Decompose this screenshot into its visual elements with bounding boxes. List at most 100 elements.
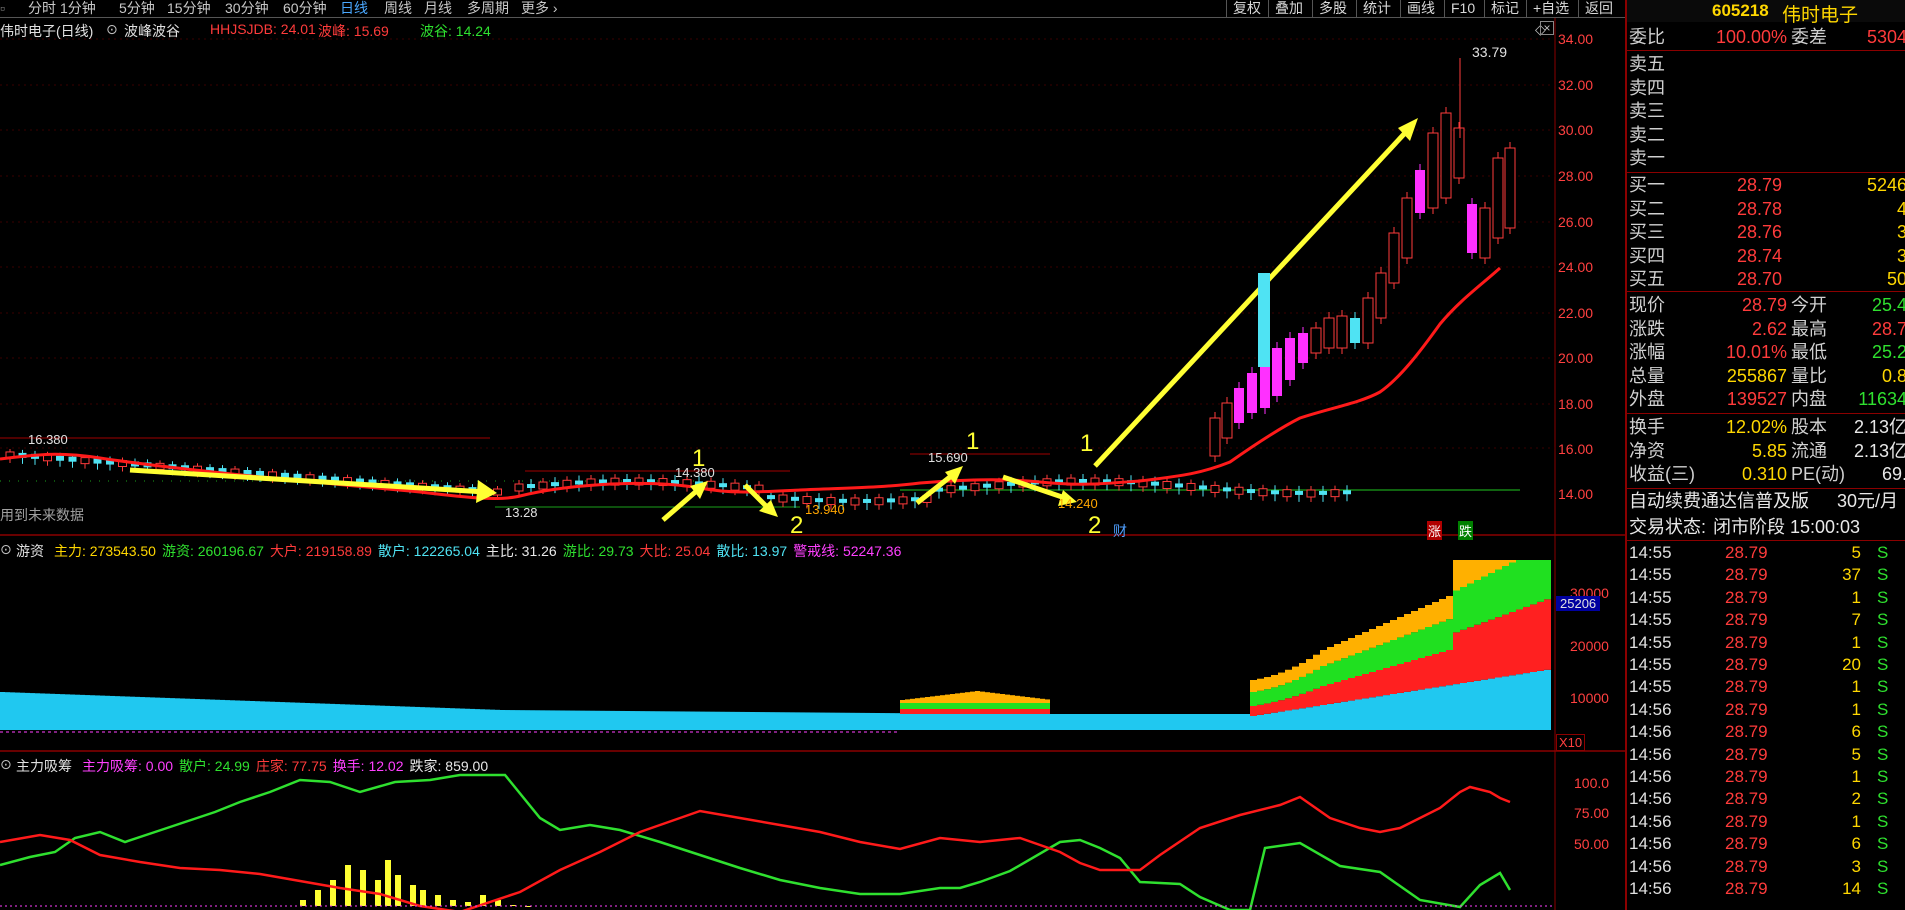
tick-volume: 1 [1851,811,1861,831]
tab-period-more[interactable]: 更多 › [521,0,558,17]
tab-period-monthly[interactable]: 月线 [424,0,452,17]
capital-bar [10,692,15,730]
ask-row[interactable]: 卖一 [1627,147,1905,169]
capital-bar [1257,714,1264,730]
capital-bar [5,692,10,730]
indicator-settings-icon[interactable]: ⊙ [106,21,118,38]
ad-row[interactable]: 自动续费通达信普及版 30元/月 [1627,490,1905,512]
capital-bar [1005,709,1010,714]
tab-period-15min[interactable]: 15分钟 [167,0,211,17]
limit-down-tag[interactable]: 跌 [1458,521,1474,540]
capital-bar [1250,680,1257,692]
capital-bar [1278,711,1285,730]
ask-row[interactable]: 卖四 [1627,77,1905,99]
stat-value: 28.7 [1871,318,1905,339]
bid-row[interactable]: 买五 28.70 50 [1627,268,1905,290]
capital-bar [1369,629,1376,648]
fuquan-button[interactable]: 复权 [1226,0,1267,17]
capital-bar [1502,566,1509,615]
bid-volume: 50 [1886,269,1905,290]
candle [778,494,788,503]
capital-panel-settings-icon[interactable]: ⊙ [0,541,12,558]
capital-bar [240,700,245,730]
capital-bar [255,701,260,730]
tab-period-multi[interactable]: 多周期 [467,0,509,17]
capital-bar [155,697,160,730]
capital-bar [990,714,995,730]
capital-bar [565,710,570,730]
f10-button[interactable]: F10 [1444,0,1481,17]
add-watchlist-button[interactable]: +自选 [1526,0,1575,17]
capital-bar [1105,714,1110,730]
ask-row[interactable]: 卖二 [1627,124,1905,146]
capital-bar [1050,714,1055,730]
stock-name[interactable]: 伟时电子 [1782,0,1858,27]
capital-bar [1348,700,1355,730]
ask-row[interactable]: 卖五 [1627,53,1905,75]
candle [791,496,799,501]
capital-bar [1390,666,1397,694]
capital-bar [1100,714,1105,730]
capital-bar [980,714,985,730]
back-button[interactable]: 返回 [1578,0,1619,17]
capital-bar [1376,696,1383,730]
future-data-note: 用到未来数据 [0,507,84,523]
tab-period-daily[interactable]: 日线 [340,0,368,17]
capital-bar [1250,716,1257,730]
stat-row: 净资 5.85 流通 2.13亿 [1627,440,1905,462]
bid-row[interactable]: 买二 28.78 4 [1627,198,1905,220]
capital-bar [1474,680,1481,730]
candle [1467,204,1477,253]
capital-bar [870,712,875,730]
tab-period-timeshare[interactable]: 分时 [28,0,56,17]
y-tick: 14.00 [1558,486,1594,502]
tick-side: S [1877,722,1889,742]
capital-bar [1383,668,1390,696]
close-icon[interactable]: × [1540,21,1554,35]
capital-bar [610,710,615,730]
tab-period-1min[interactable]: 1分钟 [60,0,96,17]
capital-bar [995,709,1000,714]
bid-row[interactable]: 买一 28.79 5246 [1627,174,1905,196]
bid-row[interactable]: 买三 28.76 3 [1627,221,1905,243]
capital-bar [1369,672,1376,698]
capital-bar [1495,560,1502,570]
ask-row[interactable]: 卖三 [1627,100,1905,122]
cap-y-tick: 20000 [1570,638,1609,654]
capital-bar [990,703,995,709]
chip-y-tick: 100.0 [1574,775,1610,791]
bid-row[interactable]: 买四 28.74 3 [1627,245,1905,267]
capital-bar [1418,658,1425,690]
tick-time: 14:55 [1629,655,1672,674]
tick-price: 28.79 [1725,610,1768,630]
indicator-name[interactable]: 波峰波谷 [124,21,180,41]
capital-bar [480,709,485,730]
overlay-button[interactable]: 叠加 [1268,0,1309,17]
capital-bar [1292,666,1299,680]
capital-bar [1180,714,1185,730]
capital-bar [845,712,850,730]
capital-bar [930,714,935,730]
capital-bar [440,707,445,730]
statistics-button[interactable]: 统计 [1356,0,1397,17]
limit-up-tag[interactable]: 涨 [1427,521,1443,540]
capital-bar [525,710,530,730]
mark-button[interactable]: 标记 [1484,0,1525,17]
tick-row: 14:55 28.79 1 S [1627,632,1905,654]
tick-volume: 7 [1851,610,1861,630]
capital-bar [890,713,895,730]
capital-bar [1299,676,1306,694]
multi-stock-button[interactable]: 多股 [1312,0,1353,17]
capital-bar [1020,714,1025,730]
tab-period-30min[interactable]: 30分钟 [225,0,269,17]
capital-bar [800,712,805,730]
draw-line-button[interactable]: 画线 [1400,0,1441,17]
tab-period-60min[interactable]: 60分钟 [283,0,327,17]
finance-tag[interactable]: 财 [1113,521,1127,541]
capital-bar [1020,709,1025,714]
capital-bar [880,713,885,730]
tab-period-5min[interactable]: 5分钟 [119,0,155,17]
capital-bar [1000,709,1005,714]
capital-panel-name[interactable]: 游资 [16,541,44,561]
tab-period-weekly[interactable]: 周线 [384,0,412,17]
